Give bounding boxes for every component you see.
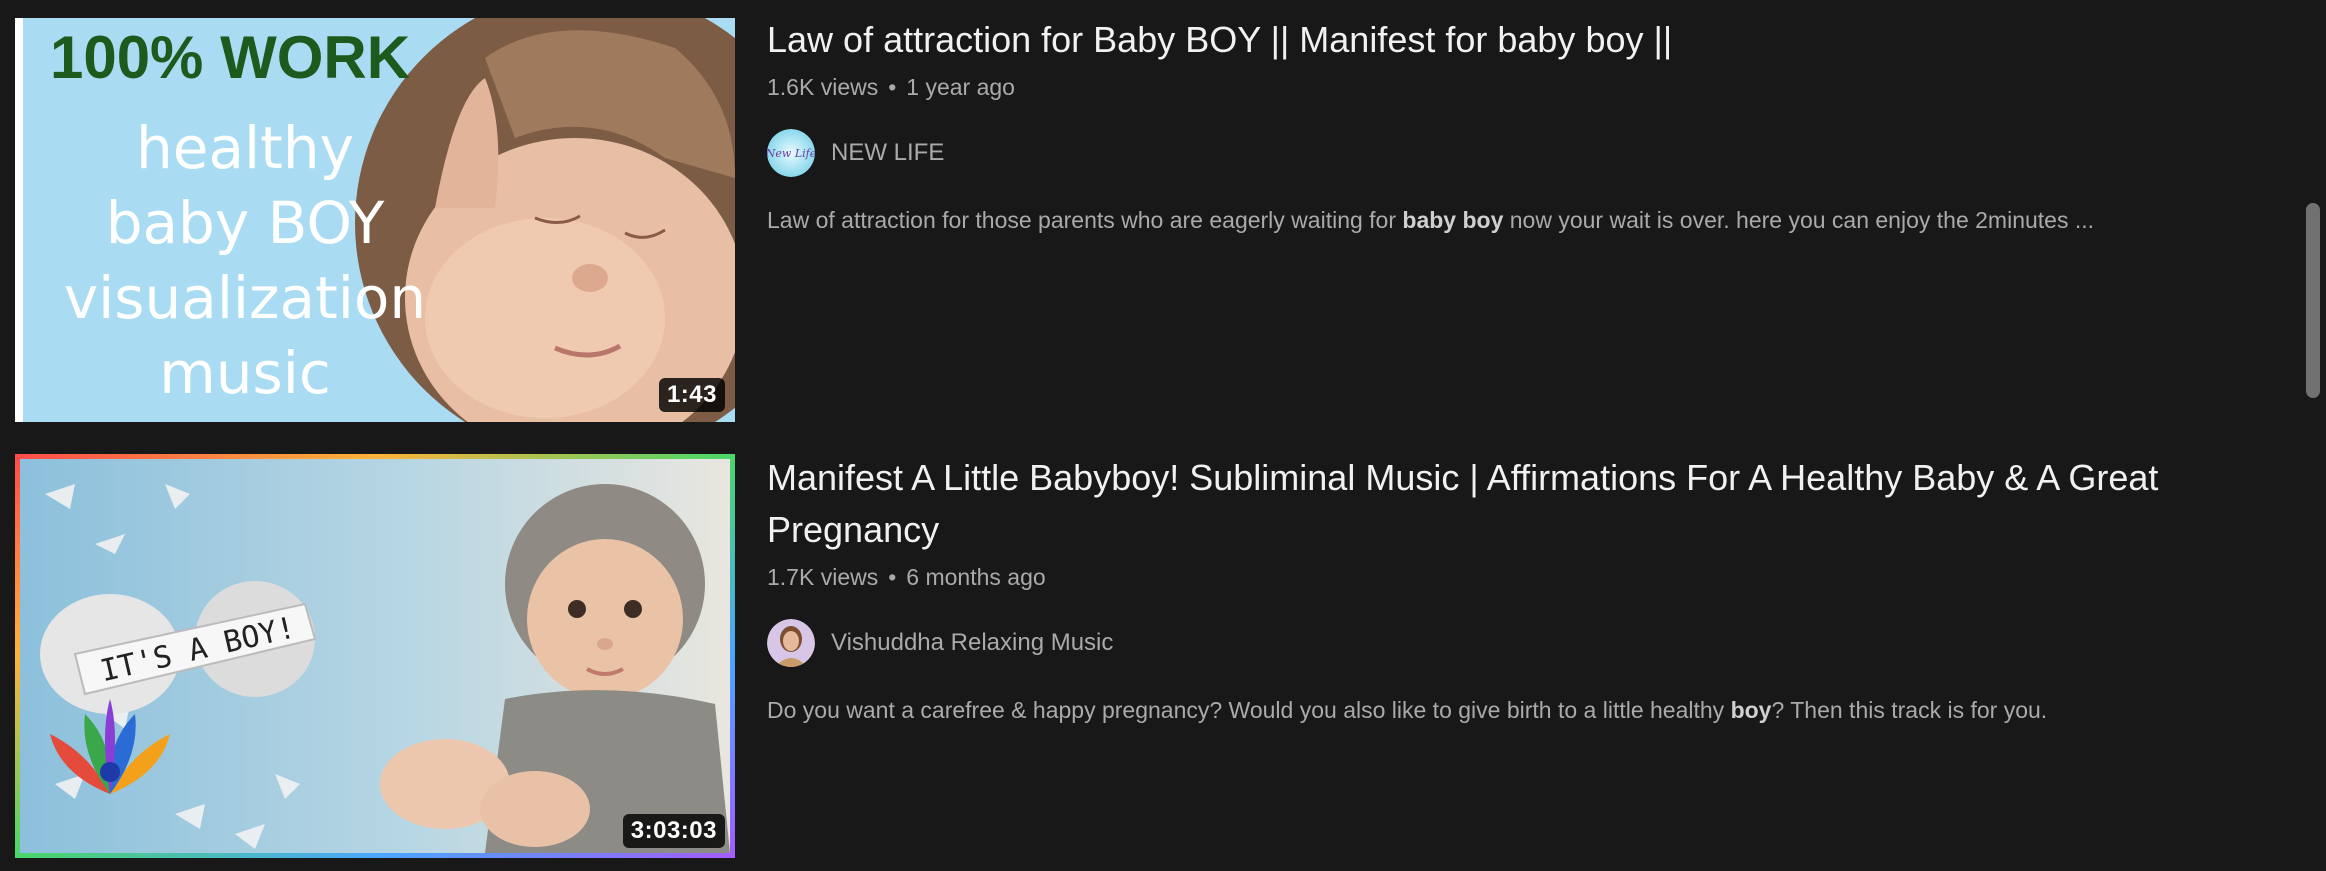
avatar-text: New Life (767, 147, 815, 160)
scrollbar[interactable] (2300, 0, 2326, 871)
video-description: Law of attraction for those parents who … (767, 207, 2095, 233)
thumbnail-text-line: baby BOY (106, 189, 385, 257)
video-thumbnail[interactable]: IT'S A BOY! 3:03:03 (15, 454, 735, 858)
thumbnail-headline: 100% WORK (50, 24, 410, 91)
video-title[interactable]: Manifest A Little Babyboy! Subliminal Mu… (767, 452, 2167, 556)
video-info: Manifest A Little Babyboy! Subliminal Mu… (767, 452, 2167, 724)
scrollbar-thumb[interactable] (2306, 203, 2320, 398)
channel-name[interactable]: Vishuddha Relaxing Music (831, 629, 1113, 657)
upload-age: 1 year ago (906, 74, 1015, 100)
upload-age: 6 months ago (906, 564, 1046, 590)
separator-dot: • (888, 564, 897, 590)
channel-row[interactable]: Vishuddha Relaxing Music (767, 619, 2167, 667)
channel-avatar[interactable]: New Life (767, 129, 815, 177)
separator-dot: • (888, 74, 897, 100)
view-count: 1.7K views (767, 564, 879, 590)
video-title[interactable]: Law of attraction for Baby BOY || Manife… (767, 14, 2167, 66)
view-count: 1.6K views (767, 74, 879, 100)
duration-badge: 1:43 (658, 378, 725, 412)
channel-avatar[interactable] (767, 619, 815, 667)
video-metadata: 1.6K views • 1 year ago (767, 74, 2167, 101)
video-description: Do you want a carefree & happy pregnancy… (767, 697, 2048, 723)
duration-badge: 3:03:03 (622, 814, 725, 848)
thumbnail-text-line: healthy (136, 114, 354, 182)
thumbnail-text-line: visualization (64, 264, 426, 332)
video-metadata: 1.7K views • 6 months ago (767, 564, 2167, 591)
video-thumbnail[interactable]: 100% WORK healthy baby BOY visualization… (15, 18, 735, 422)
thumbnail-image: IT'S A BOY! (15, 454, 735, 858)
channel-row[interactable]: New Life NEW LIFE (767, 129, 2167, 177)
thumbnail-image: 100% WORK healthy baby BOY visualization… (15, 18, 735, 422)
channel-name[interactable]: NEW LIFE (831, 139, 944, 167)
thumbnail-text-line: music (159, 339, 330, 407)
video-info: Law of attraction for Baby BOY || Manife… (767, 14, 2167, 234)
